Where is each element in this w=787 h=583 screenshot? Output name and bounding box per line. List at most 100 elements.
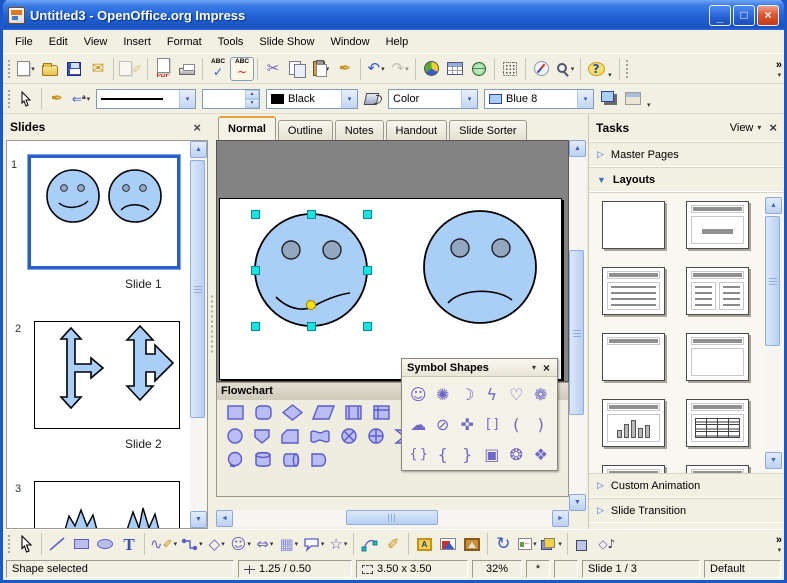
fill-type-combo[interactable]: Color ▾	[388, 89, 478, 109]
palette-close-icon[interactable]: ×	[541, 361, 552, 375]
toolbar-overflow-button[interactable]: »	[776, 534, 782, 546]
curve-tool-button[interactable]: ∿✐▾	[148, 532, 179, 556]
selection-handle[interactable]	[251, 322, 260, 331]
close-button[interactable]: ×	[757, 5, 779, 26]
toolbar-grip[interactable]	[5, 88, 12, 110]
flowchart-or-shape[interactable]	[340, 427, 358, 445]
selection-handle[interactable]	[363, 266, 372, 275]
line-color-combo[interactable]: Black ▾	[266, 89, 358, 109]
selection-handle[interactable]	[251, 266, 260, 275]
scrollbar-thumb[interactable]	[346, 510, 438, 525]
scroll-right-icon[interactable]: ►	[552, 510, 569, 527]
canvas-horizontal-scrollbar[interactable]: ◄ ►	[216, 510, 569, 527]
title-bar[interactable]: Untitled3 - OpenOffice.org Impress _ □ ×	[3, 0, 784, 30]
flowchart-decision-shape[interactable]	[282, 404, 303, 421]
menu-format[interactable]: Format	[159, 33, 210, 51]
symbol-shapes-button[interactable]: ☺▾	[229, 532, 253, 556]
display-grid-button[interactable]	[498, 57, 522, 81]
flowchart-magnetic-disc-shape[interactable]	[254, 451, 272, 469]
fontwork-button[interactable]: ✎A	[412, 532, 436, 556]
symbol-double-bracket-shape[interactable]: [ ]	[480, 410, 505, 438]
section-layouts[interactable]: ▼ Layouts	[589, 167, 784, 192]
select-button[interactable]	[14, 532, 38, 556]
symbol-sun-shape[interactable]: ✺	[431, 380, 456, 408]
cut-button[interactable]: ✂	[261, 57, 285, 81]
edit-file-button[interactable]: ✐	[117, 57, 144, 81]
flowchart-card-shape[interactable]	[280, 428, 300, 445]
combo-dropdown-icon[interactable]: ▾	[461, 90, 477, 108]
line-style-combo[interactable]: ▾	[96, 89, 196, 109]
line-tool-button[interactable]	[45, 532, 69, 556]
scrollbar-thumb[interactable]	[190, 160, 205, 418]
minimize-button[interactable]: _	[709, 5, 731, 26]
flowchart-stored-data-shape[interactable]	[226, 451, 245, 469]
menu-edit[interactable]: Edit	[41, 33, 76, 51]
scrollbar-thumb[interactable]	[765, 216, 780, 346]
tasks-panel-close-icon[interactable]: ×	[769, 120, 777, 135]
block-arrows-button[interactable]: ⇔▾	[253, 532, 277, 556]
slides-panel-close-icon[interactable]: ×	[193, 120, 201, 135]
symbol-shapes-titlebar[interactable]: Symbol Shapes ▾ ×	[402, 359, 557, 377]
format-paintbrush-button[interactable]: ✒	[333, 57, 357, 81]
menu-insert[interactable]: Insert	[115, 33, 159, 51]
tasks-view-dropdown-icon[interactable]: ▾	[757, 123, 761, 132]
flowchart-connector-shape[interactable]	[226, 427, 244, 445]
tab-normal[interactable]: Normal	[218, 116, 276, 140]
layout-title-chart[interactable]	[602, 399, 665, 447]
symbol-diamond-bevel-shape[interactable]: ❖	[529, 440, 554, 468]
arrange-button[interactable]: ▾	[539, 532, 564, 556]
hyperlink-button[interactable]	[467, 57, 491, 81]
print-button[interactable]	[175, 57, 199, 81]
symbol-cloud-shape[interactable]: ☁	[406, 410, 431, 438]
flowchart-offpage-connector-shape[interactable]	[253, 428, 271, 445]
flowchart-predefined-process-shape[interactable]	[344, 404, 363, 421]
layout-blank[interactable]	[602, 201, 665, 249]
combo-dropdown-icon[interactable]: ▾	[179, 90, 195, 108]
save-button[interactable]	[62, 57, 86, 81]
connector-tool-button[interactable]: ▾	[179, 532, 205, 556]
slide-canvas[interactable]	[216, 140, 569, 382]
layout-title-content[interactable]	[602, 267, 665, 315]
edit-points-button[interactable]	[357, 532, 381, 556]
slides-scrollbar[interactable]: ▲ ▼	[190, 141, 207, 528]
star-shapes-button[interactable]: ☆▾	[326, 532, 350, 556]
basic-shapes-button[interactable]: ◇▾	[205, 532, 229, 556]
line-width-spinner[interactable]: ▲▼	[202, 89, 260, 109]
adjustment-handle[interactable]	[306, 300, 316, 310]
symbol-left-brace-shape[interactable]: {	[431, 440, 456, 468]
autospellcheck-button[interactable]: ABC~	[230, 57, 254, 81]
arrow-style-button[interactable]: ⇐a▾	[69, 87, 93, 111]
combo-dropdown-icon[interactable]: ▾	[341, 90, 357, 108]
status-position[interactable]: 1.25 / 0.50	[238, 560, 352, 578]
flowchart-alternate-process-shape[interactable]	[254, 404, 273, 421]
layout-title-slide[interactable]	[686, 201, 749, 249]
glue-points-button[interactable]: ✐	[381, 532, 405, 556]
symbol-octagon-bevel-shape[interactable]: ❂	[504, 440, 529, 468]
layout-row5-left[interactable]	[602, 465, 665, 473]
toolbar-grip[interactable]	[623, 58, 630, 80]
flowchart-paper-tape-shape[interactable]	[309, 428, 331, 445]
layout-title-only[interactable]	[602, 333, 665, 381]
symbol-moon-shape[interactable]: ☽	[455, 380, 480, 408]
menu-window[interactable]: Window	[322, 33, 377, 51]
selection-handle[interactable]	[251, 210, 260, 219]
section-custom-animation[interactable]: ▷ Custom Animation	[589, 473, 784, 498]
menu-view[interactable]: View	[76, 33, 116, 51]
scroll-down-icon[interactable]: ▼	[569, 494, 586, 511]
scroll-up-icon[interactable]: ▲	[190, 141, 207, 158]
symbol-left-bracket-shape[interactable]: (	[504, 410, 529, 438]
symbol-flower-shape[interactable]: ❁	[529, 380, 554, 408]
fill-color-combo[interactable]: Blue 8 ▾	[484, 89, 594, 109]
tab-slide-sorter[interactable]: Slide Sorter	[449, 120, 526, 140]
symbol-right-brace-shape[interactable]: }	[455, 440, 480, 468]
spellcheck-button[interactable]: ABC✓	[206, 57, 230, 81]
scroll-up-icon[interactable]: ▲	[569, 140, 586, 157]
navigator-button[interactable]	[529, 57, 553, 81]
status-page-style[interactable]: Default	[704, 560, 781, 578]
tasks-view-menu[interactable]: View	[730, 122, 754, 134]
redo-button[interactable]: ↷▾	[388, 57, 412, 81]
tab-notes[interactable]: Notes	[335, 120, 384, 140]
slide-thumbnail-1[interactable]	[28, 155, 180, 269]
ellipse-tool-button[interactable]	[93, 532, 117, 556]
status-zoom[interactable]: 32%	[472, 560, 522, 578]
